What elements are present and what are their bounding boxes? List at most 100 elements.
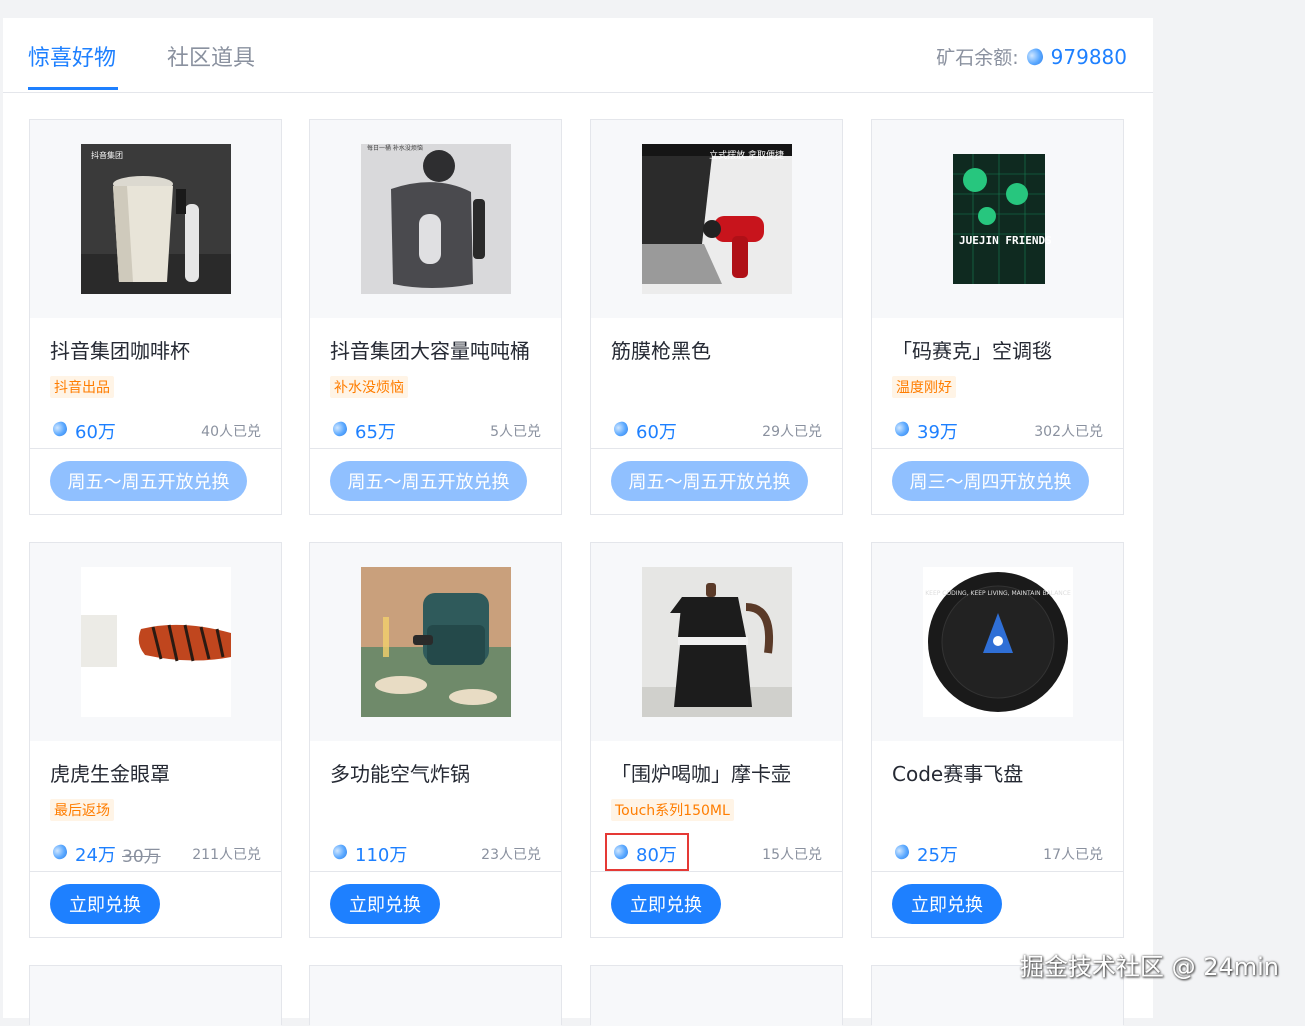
divider [310,871,561,872]
product-card[interactable] [590,965,843,1026]
exchange-button[interactable]: 周五～周五开放兑换 [611,461,808,501]
active-tab-indicator [28,87,118,90]
product-card[interactable]: 每日一桶 补水没烦恼 抖音集团大容量吨吨桶 补水没烦恼 65万 5人已兑 周五～… [309,119,562,515]
product-price: 110万 [355,845,408,866]
price-row: 110万 23人已兑 [330,841,541,866]
product-price: 25万 [917,845,958,866]
sold-count: 15人已兑 [762,847,822,863]
sold-count: 29人已兑 [762,424,822,440]
redeem-button[interactable]: 立即兑换 [330,884,440,924]
product-thumb: 抖音集团 [30,120,281,318]
massage-gun-image: 立式摆放 拿取便捷 [642,144,792,294]
gun-caption-text: 立式摆放 拿取便捷 [709,149,784,161]
redeem-button[interactable]: 立即兑换 [892,884,1002,924]
price-highlight-box [605,833,689,871]
ore-icon [51,843,69,861]
product-thumb: KEEP CODING, KEEP LIVING, MAINTAIN BALAN… [872,543,1123,741]
product-card[interactable]: JUEJIN FRIENDS 「码赛克」空调毯 温度刚好 39万 302人已兑 … [871,119,1124,515]
original-price: 30万 [122,847,161,867]
balance-label: 矿石余额: [936,47,1019,69]
product-tag: 补水没烦恼 [330,376,408,398]
ore-icon [1024,46,1045,67]
eye-mask-image [81,567,231,717]
cup-logo-text: 抖音集团 [91,150,123,160]
price-row: 39万 302人已兑 [892,418,1103,443]
air-fryer-image [361,567,511,717]
divider [30,871,281,872]
product-name: 多功能空气炸锅 [330,762,470,786]
price-row: 60万 40人已兑 [50,418,261,443]
price-row: 24万 30万 211人已兑 [50,841,261,867]
ore-icon [893,843,911,861]
tab-surprise-goods[interactable]: 惊喜好物 [28,40,116,72]
product-name: 抖音集团大容量吨吨桶 [330,339,530,363]
product-price: 60万 [636,422,677,443]
divider [872,448,1123,449]
redeem-button[interactable]: 立即兑换 [50,884,160,924]
divider [591,448,842,449]
product-tag: Touch系列150ML [611,799,734,821]
exchange-button[interactable]: 周三～周四开放兑换 [892,461,1089,501]
product-card[interactable] [309,965,562,1026]
ore-balance: 矿石余额: 979880 [936,43,1127,70]
divider [872,871,1123,872]
product-card[interactable]: 立式摆放 拿取便捷 筋膜枪黑色 60万 29人已兑 周五～周五开放兑换 [590,119,843,515]
sold-count: 40人已兑 [201,424,261,440]
blanket-image: JUEJIN FRIENDS [923,144,1073,294]
product-name: 「围炉喝咖」摩卡壶 [611,762,791,786]
product-tag: 温度刚好 [892,376,956,398]
product-card[interactable] [29,965,282,1026]
frisbee-text: KEEP CODING, KEEP LIVING, MAINTAIN BALAN… [925,590,1071,597]
price-row: 65万 5人已兑 [330,418,541,443]
product-thumb [591,966,842,1026]
bottle-caption-text: 每日一桶 补水没烦恼 [367,144,423,152]
product-tag: 抖音出品 [50,376,114,398]
tab-bar: 惊喜好物 社区道具 矿石余额: 979880 [3,18,1153,93]
product-card[interactable]: 虎虎生金眼罩 最后返场 24万 30万 211人已兑 立即兑换 [29,542,282,938]
exchange-button[interactable]: 周五～周五开放兑换 [50,461,247,501]
ore-icon [331,420,349,438]
product-name: 抖音集团咖啡杯 [50,339,190,363]
tab-community-items[interactable]: 社区道具 [167,40,255,72]
ore-icon [612,420,630,438]
product-thumb: 每日一桶 补水没烦恼 [310,120,561,318]
sold-count: 23人已兑 [481,847,541,863]
redeem-button[interactable]: 立即兑换 [611,884,721,924]
exchange-button[interactable]: 周五～周五开放兑换 [330,461,527,501]
product-thumb [310,966,561,1026]
product-name: 「码赛克」空调毯 [892,339,1052,363]
divider [310,448,561,449]
product-price: 65万 [355,422,396,443]
product-thumb: 立式摆放 拿取便捷 [591,120,842,318]
balance-value: 979880 [1050,44,1127,69]
product-price: 39万 [917,422,958,443]
product-thumb [310,543,561,741]
sold-count: 302人已兑 [1034,424,1103,440]
product-card[interactable]: KEEP CODING, KEEP LIVING, MAINTAIN BALAN… [871,542,1124,938]
sold-count: 211人已兑 [192,847,261,863]
divider [30,448,281,449]
product-thumb [30,543,281,741]
water-bottle-image: 每日一桶 补水没烦恼 [361,144,511,294]
product-thumb [591,543,842,741]
product-tag: 最后返场 [50,799,114,821]
product-thumb: JUEJIN FRIENDS [872,120,1123,318]
coffee-cup-image: 抖音集团 [81,144,231,294]
sold-count: 17人已兑 [1043,847,1103,863]
price-row: 25万 17人已兑 [892,841,1103,866]
product-name: Code赛事飞盘 [892,762,1024,786]
divider [591,871,842,872]
frisbee-image: KEEP CODING, KEEP LIVING, MAINTAIN BALAN… [923,567,1073,717]
product-name: 筋膜枪黑色 [611,339,711,363]
blanket-text: JUEJIN FRIENDS [959,234,1052,247]
product-card[interactable]: 「围炉喝咖」摩卡壶 Touch系列150ML 80万 15人已兑 立即兑换 [590,542,843,938]
ore-icon [331,843,349,861]
watermark: 掘金技术社区 @ 24min [1019,953,1279,981]
moka-pot-image [642,567,792,717]
ore-icon [51,420,69,438]
price-row: 60万 29人已兑 [611,418,822,443]
product-card[interactable]: 多功能空气炸锅 110万 23人已兑 立即兑换 [309,542,562,938]
sold-count: 5人已兑 [490,424,541,440]
ore-icon [893,420,911,438]
product-card[interactable]: 抖音集团 抖音集团咖啡杯 抖音出品 60万 40人已兑 周五～周五开放兑换 [29,119,282,515]
